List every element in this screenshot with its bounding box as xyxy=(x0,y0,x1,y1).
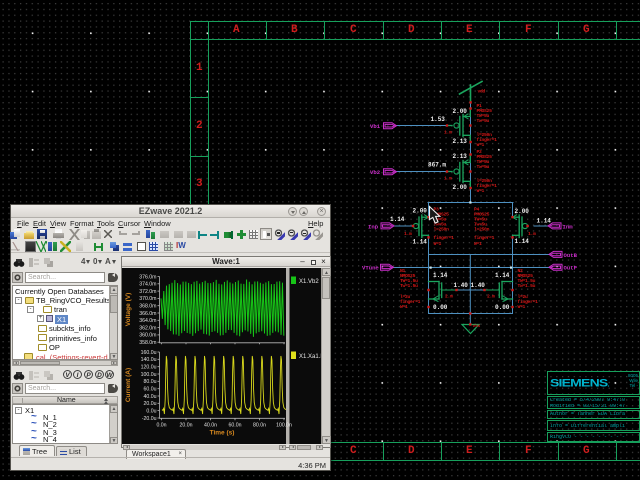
svg-text:Vb1: Vb1 xyxy=(370,123,381,130)
svg-text:0.0u: 0.0u xyxy=(146,408,156,414)
svg-text:20.0n: 20.0n xyxy=(180,423,193,429)
svg-text:vss: vss xyxy=(473,324,481,329)
svg-text:1.14: 1.14 xyxy=(433,272,448,279)
svg-text:1.m: 1.m xyxy=(528,231,536,237)
svg-text:2.00: 2.00 xyxy=(453,184,468,191)
svg-text:Inm: Inm xyxy=(563,223,574,230)
svg-text:1.14: 1.14 xyxy=(413,239,428,246)
svg-text:W=1: W=1 xyxy=(474,241,482,247)
svg-text:40.0u: 40.0u xyxy=(144,394,157,400)
svg-text:1.14: 1.14 xyxy=(495,272,510,279)
svg-text:2.00: 2.00 xyxy=(453,108,468,115)
svg-text:W=1: W=1 xyxy=(434,241,442,247)
svg-text:376.0m: 376.0m xyxy=(139,274,156,280)
svg-text:l=250n: l=250n xyxy=(474,227,490,233)
svg-text:100.0n: 100.0n xyxy=(276,423,292,429)
svg-text:2.m: 2.m xyxy=(487,294,495,300)
svg-text:Tw=5u: Tw=5u xyxy=(477,164,490,170)
svg-text:100.0u: 100.0u xyxy=(141,372,157,378)
svg-text:Tw=1.5u: Tw=1.5u xyxy=(400,283,418,289)
svg-text:vdd: vdd xyxy=(478,89,486,95)
svg-text:-20.0u: -20.0u xyxy=(142,416,157,422)
svg-text:OutP: OutP xyxy=(564,265,578,272)
svg-text:358.0m: 358.0m xyxy=(139,340,156,346)
svg-text:finger=1: finger=1 xyxy=(434,235,455,241)
svg-text:2.13: 2.13 xyxy=(453,138,468,145)
svg-text:0.0n: 0.0n xyxy=(156,423,166,429)
svg-text:Tw=5u: Tw=5u xyxy=(477,118,490,124)
svg-text:l=250n: l=250n xyxy=(434,227,450,233)
svg-text:X1.Vb2: X1.Vb2 xyxy=(299,279,319,285)
svg-text:1.14: 1.14 xyxy=(515,238,530,245)
svg-text:362.0m: 362.0m xyxy=(139,325,156,331)
svg-text:120.0u: 120.0u xyxy=(141,365,157,371)
svg-text:80.0n: 80.0n xyxy=(253,423,266,429)
svg-text:370.0m: 370.0m xyxy=(139,296,156,302)
svg-text:2.00: 2.00 xyxy=(413,208,428,215)
svg-text:140.0u: 140.0u xyxy=(141,357,157,363)
svg-text:80.0u: 80.0u xyxy=(144,379,157,385)
svg-text:W=1: W=1 xyxy=(518,304,526,310)
svg-text:0.00: 0.00 xyxy=(433,304,448,311)
svg-text:40.0n: 40.0n xyxy=(204,423,217,429)
svg-text:Inp: Inp xyxy=(368,223,379,230)
svg-text:1.53: 1.53 xyxy=(431,116,446,123)
svg-text:364.0m: 364.0m xyxy=(139,318,156,324)
svg-text:1.m: 1.m xyxy=(444,130,452,136)
svg-text:372.0m: 372.0m xyxy=(139,289,156,295)
svg-text:366.0m: 366.0m xyxy=(139,311,156,317)
svg-text:W=1: W=1 xyxy=(477,188,485,194)
svg-text:160.0u: 160.0u xyxy=(141,350,157,356)
svg-text:W=1: W=1 xyxy=(400,304,408,310)
svg-text:60.0n: 60.0n xyxy=(229,423,242,429)
svg-text:2.00: 2.00 xyxy=(515,208,530,215)
svg-text:20.0u: 20.0u xyxy=(144,401,157,407)
svg-text:W=1: W=1 xyxy=(477,142,485,148)
svg-text:Tw=1.5u: Tw=1.5u xyxy=(518,283,536,289)
svg-text:Voltage (V): Voltage (V) xyxy=(125,293,132,326)
svg-text:1.14: 1.14 xyxy=(537,218,552,225)
svg-text:1.m: 1.m xyxy=(444,176,452,182)
svg-text:finger=1: finger=1 xyxy=(474,235,495,241)
svg-text:60.0u: 60.0u xyxy=(144,386,157,392)
svg-text:Time (s): Time (s) xyxy=(210,430,235,437)
svg-text:2.m: 2.m xyxy=(445,294,453,300)
svg-text:1.40: 1.40 xyxy=(454,282,469,289)
svg-text:374.0m: 374.0m xyxy=(139,282,156,288)
svg-text:Current (A): Current (A) xyxy=(125,368,132,402)
svg-text:368.0m: 368.0m xyxy=(139,304,156,310)
svg-text:Vb2: Vb2 xyxy=(370,169,381,176)
svg-text:VTune: VTune xyxy=(362,265,379,272)
svg-text:OutB: OutB xyxy=(564,252,578,259)
svg-text:0.00: 0.00 xyxy=(495,304,510,311)
svg-text:867.m: 867.m xyxy=(428,162,446,169)
svg-text:360.0m: 360.0m xyxy=(139,333,156,339)
svg-text:1.m: 1.m xyxy=(404,231,412,237)
svg-text:1.14: 1.14 xyxy=(390,216,405,223)
svg-text:1.40: 1.40 xyxy=(471,282,486,289)
svg-text:2.13: 2.13 xyxy=(453,153,468,160)
